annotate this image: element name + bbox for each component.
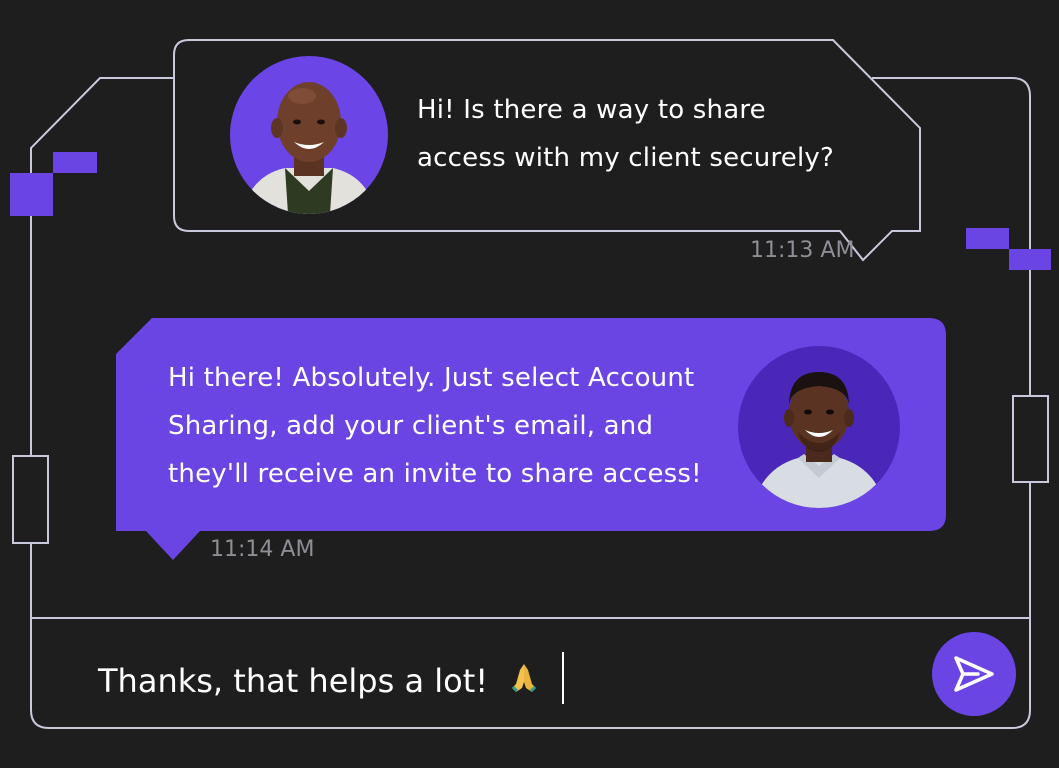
message-input[interactable]: Thanks, that helps a lot! [98,652,565,707]
message-line: access with my client securely? [417,143,834,173]
pixel-deco-right-top [966,228,1009,249]
left-side-tab [12,455,49,544]
message-line: they'll receive an invite to share acces… [168,459,702,489]
text-cursor [562,652,565,704]
pixel-deco-left-top [53,152,97,173]
message-input-value: Thanks, that helps a lot! [98,662,489,700]
user-message-time: 11:13 AM [750,238,855,263]
message-line: Sharing, add your client's email, and [168,411,654,441]
avatar-photo-bald-man [230,56,388,214]
send-icon [954,656,994,692]
user-avatar [230,56,388,214]
chat-window: Hi! Is there a way to share access with … [0,0,1059,768]
avatar-photo-man-light-shirt [738,346,900,508]
folded-hands-icon [506,660,542,707]
right-side-tab [1012,395,1049,483]
agent-message-text: Hi there! Absolutely. Just select Accoun… [168,354,702,498]
pixel-deco-right-bottom [1009,249,1051,270]
message-line: Hi there! Absolutely. Just select Accoun… [168,363,695,393]
message-line: Hi! Is there a way to share [417,95,766,125]
agent-avatar [738,346,900,508]
agent-message-time: 11:14 AM [210,537,315,562]
user-message-text: Hi! Is there a way to share access with … [417,86,834,182]
send-button[interactable] [932,632,1016,716]
pixel-deco-left-bottom [10,173,53,216]
